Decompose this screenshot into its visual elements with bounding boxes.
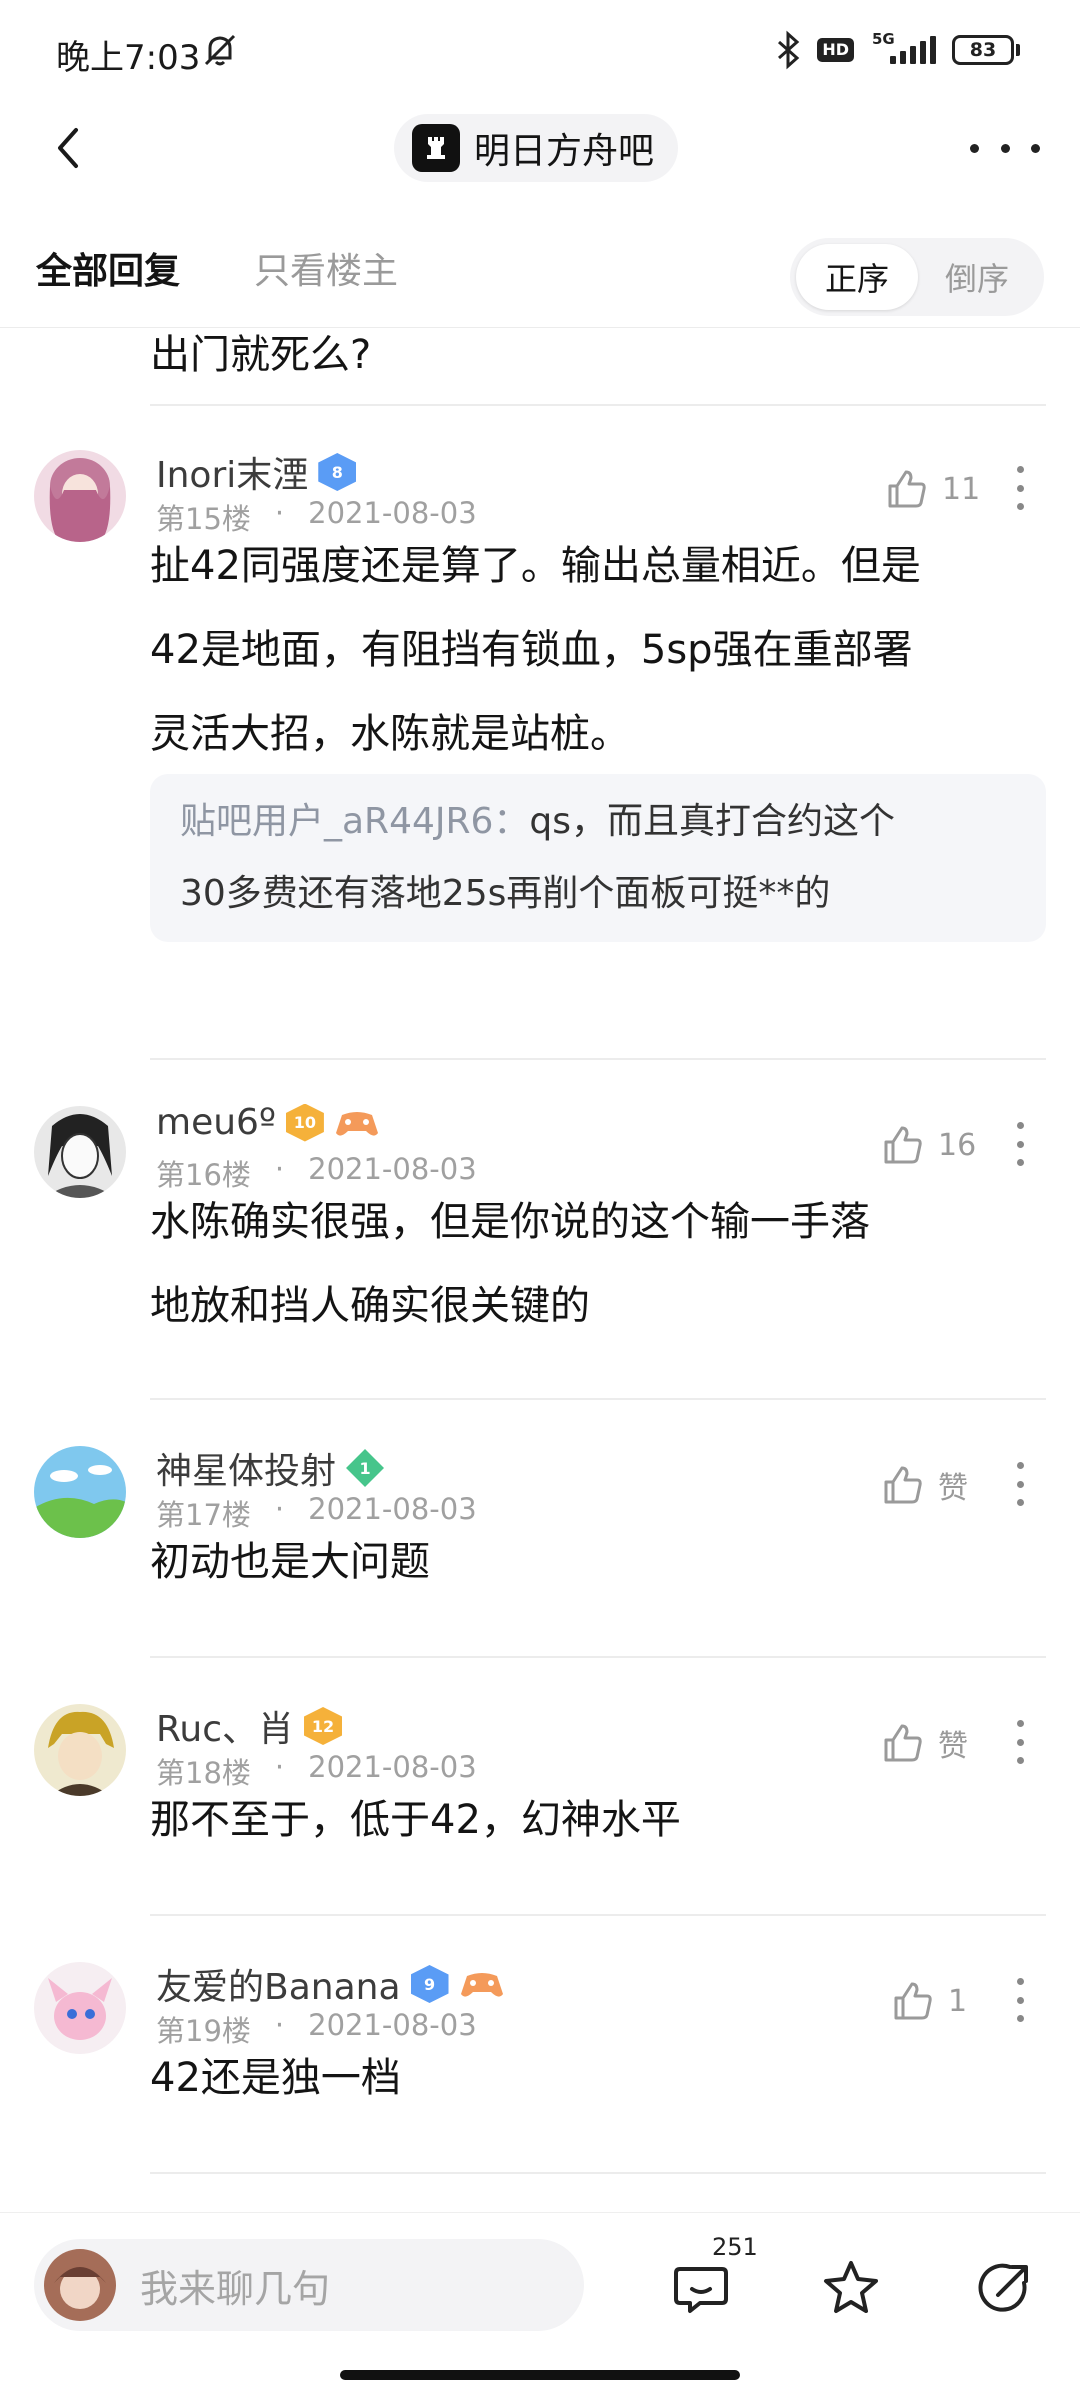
my-avatar[interactable] <box>44 2249 116 2321</box>
status-icons: HD 5G 83 <box>773 28 1020 72</box>
divider <box>150 1398 1046 1400</box>
username-row: Ruc、肖 12 <box>156 1700 343 1752</box>
like-button[interactable]: 1 <box>890 1978 967 2024</box>
bell-off-icon <box>204 34 236 66</box>
previous-post-tail: 出门就死么? <box>150 332 372 378</box>
avatar[interactable] <box>34 1962 126 2054</box>
avatar[interactable] <box>34 1704 126 1796</box>
divider <box>150 2172 1046 2174</box>
kebab-icon[interactable] <box>1014 1462 1026 1506</box>
thumb-up-icon <box>888 470 926 508</box>
level-badge: 9 <box>410 1965 449 2003</box>
username[interactable]: Ruc、肖 <box>156 1700 294 1752</box>
kebab-icon[interactable] <box>1014 1720 1026 1764</box>
comment-input[interactable]: 我来聊几句 <box>34 2239 584 2331</box>
like-count: 16 <box>938 1127 977 1163</box>
username-row: meu6º 10 <box>156 1102 380 1143</box>
comment-icon[interactable] <box>670 2257 732 2319</box>
tab-op-only[interactable]: 只看楼主 <box>254 242 398 294</box>
like-button[interactable]: 赞 <box>880 1720 968 1766</box>
bottom-bar: 我来聊几句 251 <box>0 2212 1080 2352</box>
post-text: 那不至于，低于42，幻神水平 <box>150 1778 1050 1862</box>
sub-reply-text: 30多费还有落地25s再削个面板可挺**的 <box>180 873 831 914</box>
username-row: 友爱的Banana 9 <box>156 1958 505 2010</box>
more-icon[interactable] <box>970 126 1040 170</box>
gamepad-icon <box>335 1111 378 1136</box>
battery-level: 83 <box>952 35 1014 65</box>
post-text-line: 42是地面，有阻挡有锁血，5sp强在重部署 <box>150 627 913 673</box>
level-badge: 12 <box>304 1707 343 1745</box>
like-button[interactable]: 赞 <box>880 1462 968 1508</box>
divider <box>150 1656 1046 1658</box>
post-text-line: 那不至于，低于42，幻神水平 <box>150 1797 681 1843</box>
like-label: 赞 <box>938 1471 968 1506</box>
like-button[interactable]: 11 <box>884 466 980 512</box>
kebab-icon[interactable] <box>1014 466 1026 510</box>
bluetooth-icon <box>778 30 800 70</box>
sort-desc-button[interactable]: 倒序 <box>916 244 1038 310</box>
username[interactable]: 神星体投射 <box>156 1442 336 1494</box>
post-text: 42还是独一档 <box>150 2036 1050 2120</box>
thumb-up-icon <box>884 1126 922 1164</box>
post-text: 初动也是大问题 <box>150 1520 1050 1604</box>
status-time: 晚上7:03 <box>56 38 201 78</box>
post-text-line: 地放和挡人确实很关键的 <box>150 1283 590 1329</box>
avatar[interactable] <box>34 1446 126 1538</box>
level-badge: 10 <box>285 1103 324 1142</box>
battery-icon: 83 <box>952 35 1020 65</box>
thumb-up-icon <box>884 1466 922 1504</box>
share-icon[interactable] <box>974 2257 1036 2319</box>
reply-tabs: 全部回复 只看楼主 正序 倒序 <box>0 228 1080 328</box>
level-badge: 1 <box>346 1449 385 1487</box>
forum-name: 明日方舟吧 <box>474 131 655 172</box>
username-row: Inori末湮 8 <box>156 446 357 498</box>
hd-badge: HD <box>817 38 854 62</box>
star-icon[interactable] <box>820 2257 882 2319</box>
post-text-line: 初动也是大问题 <box>150 1539 430 1585</box>
home-indicator[interactable] <box>340 2370 740 2380</box>
sort-toggle: 正序 倒序 <box>790 238 1044 316</box>
comment-count: 251 <box>712 2233 758 2261</box>
post-text-line: 扯42同强度还是算了。输出总量相近。但是 <box>150 543 921 589</box>
like-count: 1 <box>948 1983 968 2019</box>
sub-reply-text: qs，而且真打合约这个 <box>529 801 896 842</box>
level-badge: 8 <box>318 453 357 491</box>
divider <box>150 1058 1046 1060</box>
username[interactable]: meu6º <box>156 1102 276 1143</box>
divider <box>150 1914 1046 1916</box>
status-bar: 晚上7:03 HD 5G 83 <box>0 0 1080 100</box>
sub-reply-box[interactable]: 贴吧用户_aR44JR6：qs，而且真打合约这个 30多费还有落地25s再削个面… <box>150 774 1046 942</box>
like-button[interactable]: 16 <box>880 1122 976 1168</box>
tab-all-replies[interactable]: 全部回复 <box>36 242 180 294</box>
gamepad-icon <box>460 1973 503 1997</box>
username-row: 神星体投射 1 <box>156 1442 385 1494</box>
post-text-line: 42还是独一档 <box>150 2055 401 2101</box>
thumb-up-icon <box>884 1724 922 1762</box>
rook-icon <box>427 137 445 159</box>
back-arrow-icon[interactable] <box>40 118 100 178</box>
like-count: 11 <box>942 471 981 507</box>
post-text: 水陈确实很强，但是你说的这个输一手落 地放和挡人确实很关键的 <box>150 1180 1050 1348</box>
thumb-up-icon <box>894 1982 932 2020</box>
avatar[interactable] <box>34 450 126 542</box>
signal-icon: 5G <box>868 30 938 70</box>
kebab-icon[interactable] <box>1014 1978 1026 2022</box>
nav-bar: 明日方舟吧 <box>0 100 1080 196</box>
sub-reply-user[interactable]: 贴吧用户_aR44JR6： <box>180 801 529 842</box>
sort-asc-button[interactable]: 正序 <box>796 244 918 310</box>
post-text: 扯42同强度还是算了。输出总量相近。但是 42是地面，有阻挡有锁血，5sp强在重… <box>150 524 1050 776</box>
username[interactable]: Inori末湮 <box>156 446 308 498</box>
avatar[interactable] <box>34 1106 126 1198</box>
post-text-line: 水陈确实很强，但是你说的这个输一手落 <box>150 1199 870 1245</box>
like-label: 赞 <box>938 1729 968 1764</box>
post-text-line: 灵活大招，水陈就是站桩。 <box>150 711 630 757</box>
divider <box>150 404 1046 406</box>
username[interactable]: 友爱的Banana <box>156 1958 401 2010</box>
kebab-icon[interactable] <box>1014 1122 1026 1166</box>
forum-logo <box>412 124 460 172</box>
sub-reply-line: 贴吧用户_aR44JR6：qs，而且真打合约这个 <box>180 786 1016 858</box>
forum-link[interactable]: 明日方舟吧 <box>394 114 679 182</box>
